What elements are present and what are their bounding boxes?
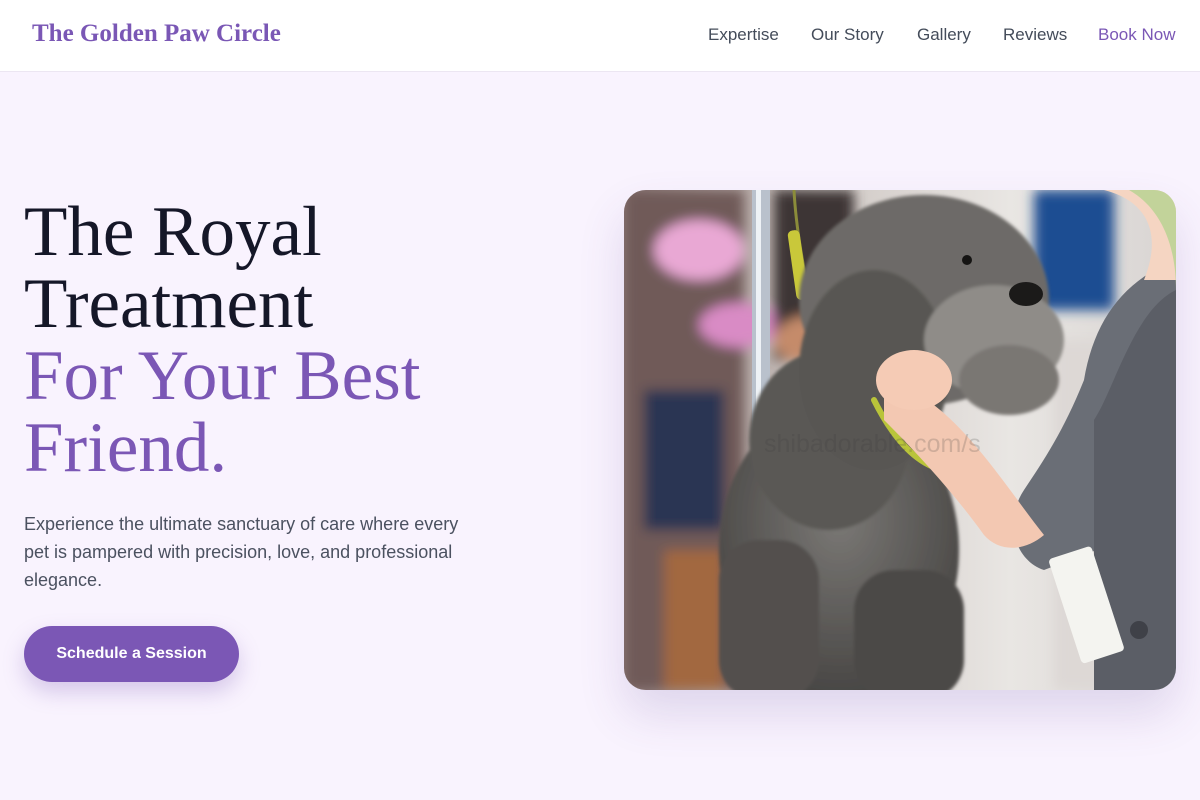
hero-title-line-4: Friend. [24, 409, 228, 487]
nav-link-expertise[interactable]: Expertise [708, 25, 779, 45]
hero-subtitle: Experience the ultimate sanctuary of car… [24, 514, 459, 590]
nav-link-gallery[interactable]: Gallery [917, 25, 971, 45]
schedule-session-button[interactable]: Schedule a Session [24, 626, 239, 682]
hero-title-line-1: The Royal [24, 193, 322, 271]
hero-title-line-2: Treatment [24, 265, 314, 343]
hero-title: The Royal Treatment For Your Best Friend… [24, 196, 584, 484]
photo-watermark: shibadorable.com/s [764, 430, 981, 458]
hero-dog-grooming-photo: shibadorable.com/s [624, 190, 1176, 690]
nav-link-book-now[interactable]: Book Now [1098, 25, 1175, 45]
nav-link-our-story[interactable]: Our Story [811, 25, 884, 45]
hero-title-line-3: For Your Best [24, 337, 421, 415]
top-navigation-bar: The Golden Paw Circle Expertise Our Stor… [0, 0, 1200, 72]
nav-link-reviews[interactable]: Reviews [1003, 25, 1067, 45]
main-nav: Expertise Our Story Gallery Reviews Book… [0, 25, 1200, 47]
